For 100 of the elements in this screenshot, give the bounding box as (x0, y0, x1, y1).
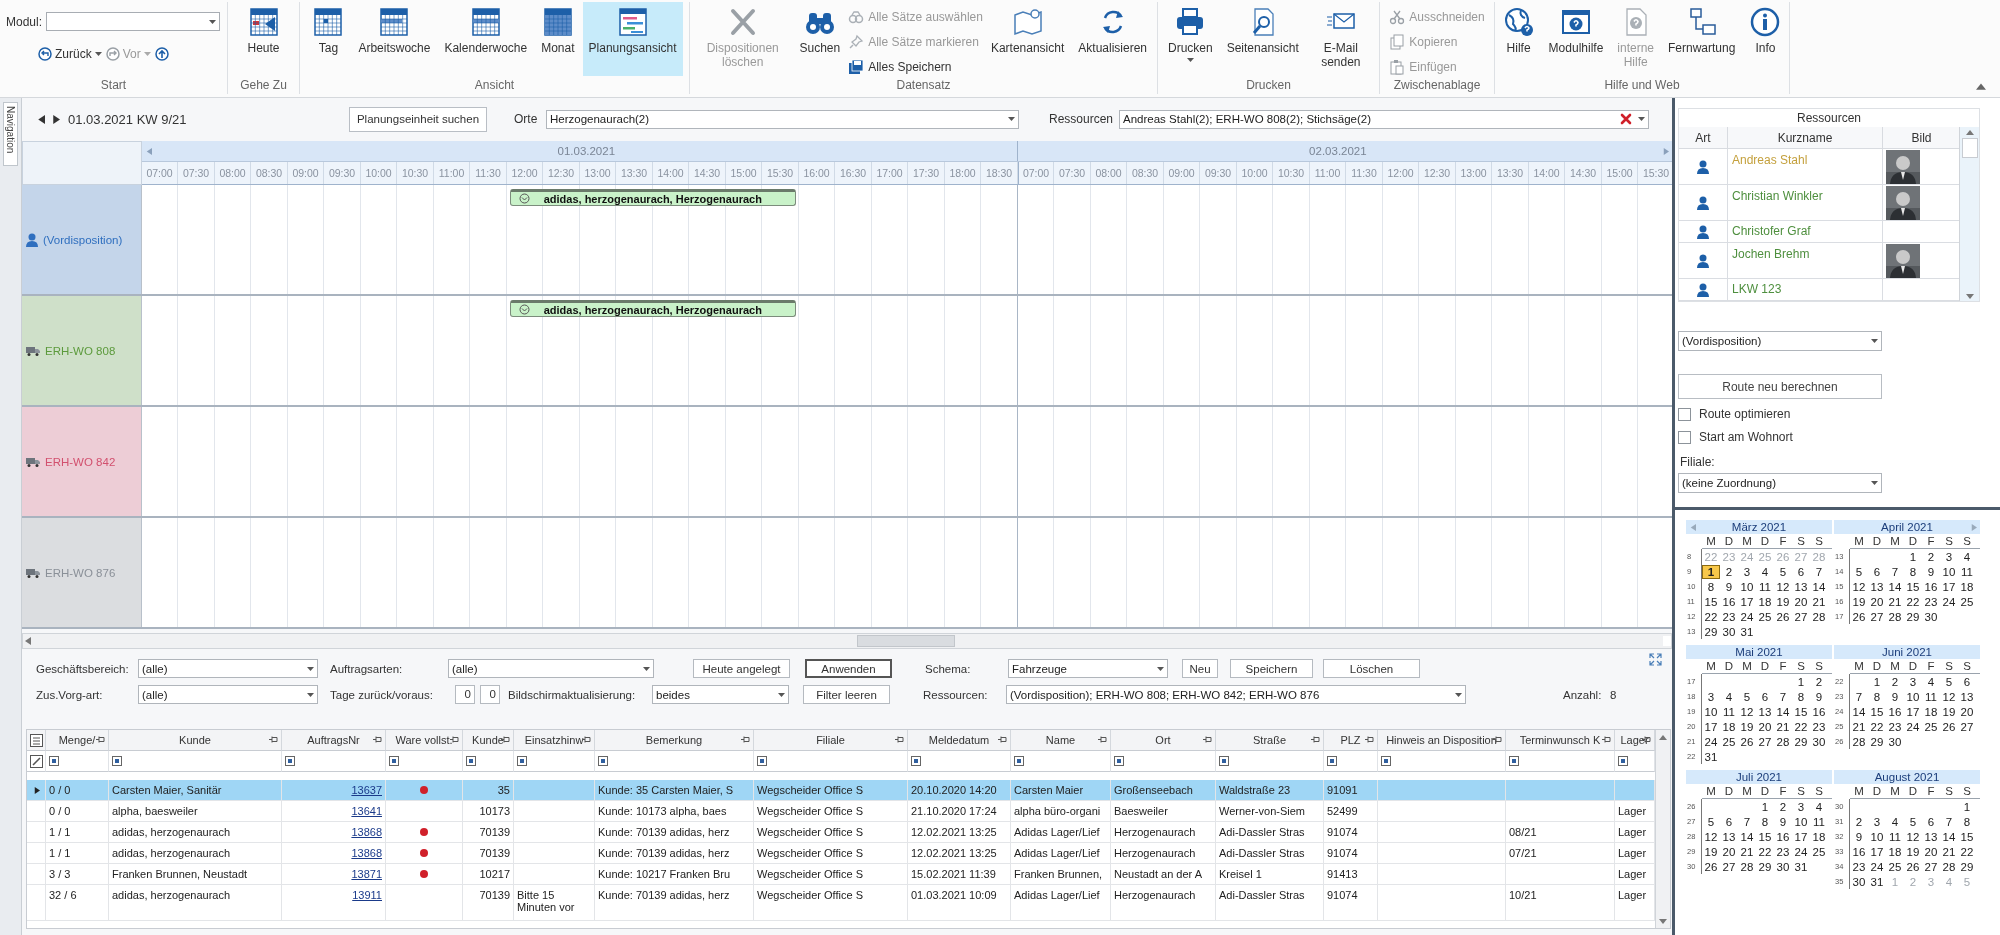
route-button[interactable]: Route neu berechnen (1678, 374, 1882, 399)
filter-button[interactable]: Filter leeren (803, 685, 890, 704)
up-icon[interactable] (154, 47, 169, 61)
order-link[interactable]: 13868 (282, 843, 386, 864)
vertical-scrollbar[interactable] (1655, 730, 1670, 928)
calendar-day[interactable]: 23 (1720, 610, 1738, 623)
calendar-day[interactable]: 15 (1868, 705, 1886, 718)
checkbox[interactable] (1678, 430, 1691, 444)
calendar-day[interactable]: 4 (1958, 550, 1976, 563)
calendar-day[interactable]: 30 (1774, 860, 1792, 873)
filter-icon[interactable] (1219, 756, 1229, 766)
calendar-day[interactable]: 12 (1702, 830, 1720, 843)
calendar-day[interactable]: 18 (1958, 580, 1976, 593)
horizontal-scrollbar[interactable] (22, 633, 1672, 649)
calendar-day[interactable]: 22 (1702, 610, 1720, 623)
calendar-day[interactable]: 15 (1958, 830, 1976, 843)
calendar-day[interactable]: 12 (1774, 580, 1792, 593)
calendar-day[interactable]: 31 (1792, 860, 1810, 873)
calendar-day[interactable]: 1 (1904, 550, 1922, 563)
dropdown[interactable]: Fahrzeuge (1008, 659, 1168, 678)
calendar-day[interactable]: 25 (1720, 735, 1738, 748)
order-link[interactable]: 13641 (282, 801, 386, 822)
filter-icon[interactable] (1014, 756, 1024, 766)
previous-arrow-icon[interactable] (36, 114, 45, 124)
calendar-day[interactable]: 16 (1720, 595, 1738, 608)
calendar-day[interactable]: 29 (1904, 610, 1922, 623)
calendar-day[interactable]: 11 (1810, 815, 1828, 828)
column-header[interactable]: AuftragsNr (282, 730, 386, 751)
calendar-day[interactable]: 5 (1940, 675, 1958, 688)
search-button[interactable]: Planungseinheit suchen (349, 106, 487, 132)
calendar-day[interactable]: 24 (1738, 610, 1756, 623)
calendar-day[interactable]: 6 (1756, 690, 1774, 703)
calendar-day[interactable]: 15 (1702, 595, 1720, 608)
calendar-day[interactable]: 8 (1702, 580, 1720, 593)
calendar-day[interactable]: 7 (1850, 690, 1868, 703)
calendar-day[interactable]: 28 (1850, 735, 1868, 748)
column-header[interactable]: Straße (1216, 730, 1324, 751)
calendar-day[interactable]: 6 (1922, 815, 1940, 828)
filter-icon[interactable] (911, 756, 921, 766)
calendar-day[interactable]: 21 (1850, 720, 1868, 733)
ribbon-button[interactable]: Drucken (1162, 2, 1219, 76)
vertical-scrollbar[interactable] (1959, 127, 1979, 301)
calendar-day[interactable]: 22 (1792, 720, 1810, 733)
calendar-day[interactable]: 5 (1904, 815, 1922, 828)
calendar-day[interactable]: 28 (1810, 610, 1828, 623)
calendar-day[interactable]: 7 (1738, 815, 1756, 828)
checkbox[interactable] (1678, 407, 1691, 421)
calendar-day[interactable]: 2 (1720, 565, 1738, 578)
scrollbar-thumb[interactable] (1961, 138, 1978, 158)
calendar-day[interactable]: 17 (1940, 580, 1958, 593)
resource-name[interactable]: Jochen Brehm (1732, 247, 1810, 261)
row-header[interactable] (27, 780, 46, 801)
calendar-day[interactable]: 20 (1868, 595, 1886, 608)
calendar-day[interactable]: 27 (1958, 720, 1976, 733)
calendar-day[interactable]: 11 (1922, 690, 1940, 703)
ribbon-button[interactable]: Aktualisieren (1072, 2, 1153, 76)
calendar-day[interactable]: 8 (1904, 565, 1922, 578)
calendar-day[interactable]: 3 (1904, 675, 1922, 688)
calendar-day[interactable]: 6 (1720, 815, 1738, 828)
dropdown[interactable]: (keine Zuordnung) (1678, 473, 1882, 493)
calendar-day[interactable]: 19 (1774, 595, 1792, 608)
calendar-day[interactable]: 26 (1940, 720, 1958, 733)
calendar-day[interactable]: 17 (1868, 845, 1886, 858)
ribbon-button[interactable]: Alles Speichern (848, 58, 983, 76)
calendar-day[interactable]: 18 (1756, 595, 1774, 608)
calendar-day[interactable]: 14 (1886, 580, 1904, 593)
calendar-day[interactable]: 19 (1738, 720, 1756, 733)
column-header[interactable]: Lager (1615, 730, 1655, 751)
calendar-day[interactable]: 16 (1886, 705, 1904, 718)
calendar-day[interactable]: 18 (1810, 830, 1828, 843)
calendar-day[interactable]: 10 (1738, 580, 1756, 593)
calendar-day[interactable]: 24 (1792, 845, 1810, 858)
calendar-day[interactable]: 25 (1756, 610, 1774, 623)
calendar-day[interactable]: 21 (1738, 845, 1756, 858)
calendar-day[interactable]: 24 (1940, 595, 1958, 608)
calendar-day[interactable]: 13 (1922, 830, 1940, 843)
filter-icon[interactable] (517, 756, 527, 766)
ribbon-button[interactable]: Modulhilfe (1542, 2, 1610, 76)
calendar-day[interactable]: 26 (1702, 860, 1720, 873)
column-header[interactable]: Einsatzhinw (514, 730, 595, 751)
dropdown[interactable]: (alle) (448, 659, 654, 678)
filter-button[interactable]: Speichern (1230, 659, 1313, 678)
calendar-day[interactable]: 2 (1886, 675, 1904, 688)
calendar-day[interactable]: 28 (1774, 735, 1792, 748)
next-arrow-icon[interactable] (51, 114, 60, 124)
calendar-day[interactable]: 8 (1792, 690, 1810, 703)
calendar-day[interactable]: 2 (1810, 675, 1828, 688)
order-link[interactable]: 13637 (282, 780, 386, 801)
calendar-day[interactable]: 8 (1868, 690, 1886, 703)
calendar-day[interactable]: 14 (1810, 580, 1828, 593)
calendar-day[interactable]: 23 (1922, 595, 1940, 608)
ribbon-button[interactable]: Planungsansicht (582, 2, 683, 76)
appointment-bar[interactable]: adidas, herzogenaurach, Herzogenaurach (509, 300, 796, 317)
calendar-day[interactable]: 8 (1756, 815, 1774, 828)
calendar-day[interactable]: 20 (1958, 705, 1976, 718)
calendar-day[interactable]: 18 (1922, 705, 1940, 718)
calendar-day[interactable]: 1 (1958, 800, 1976, 813)
filter-icon[interactable] (389, 756, 399, 766)
calendar-day[interactable]: 15 (1904, 580, 1922, 593)
calendar-day[interactable]: 15 (1756, 830, 1774, 843)
